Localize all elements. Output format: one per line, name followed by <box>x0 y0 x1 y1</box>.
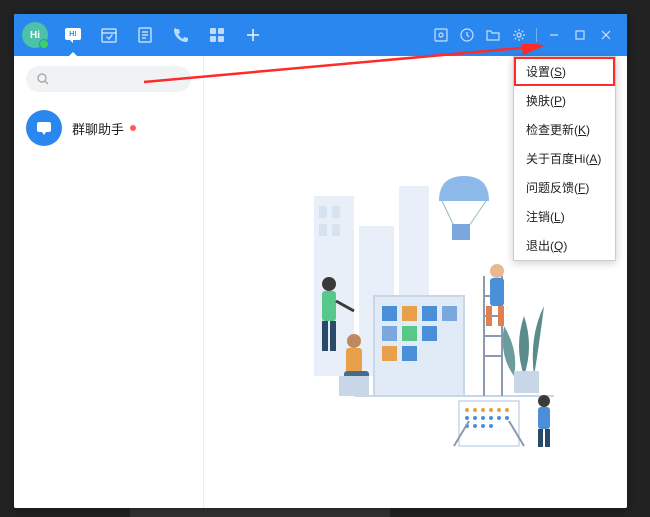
settings-button[interactable] <box>506 14 532 56</box>
avatar[interactable]: Hi <box>22 22 48 48</box>
tab-calendar[interactable] <box>92 14 126 56</box>
menu-item-2[interactable]: 检查更新(K) <box>514 115 615 144</box>
tab-apps[interactable] <box>200 14 234 56</box>
history-icon <box>460 28 474 42</box>
chat-icon: H! <box>63 25 83 45</box>
minimize-icon <box>548 29 560 41</box>
search-icon <box>36 72 50 86</box>
close-button[interactable] <box>593 14 619 56</box>
search-wrap <box>14 56 203 100</box>
screenshot-button[interactable] <box>428 14 454 56</box>
unread-dot <box>130 125 136 131</box>
settings-menu: 设置(S)换肤(P)检查更新(K)关于百度Hi(A)问题反馈(F)注销(L)退出… <box>513 56 616 261</box>
menu-item-6[interactable]: 退出(Q) <box>514 231 615 260</box>
tab-add[interactable] <box>236 14 270 56</box>
calendar-icon <box>100 26 118 44</box>
svg-text:H!: H! <box>69 31 76 38</box>
contacts-icon <box>136 26 154 44</box>
conv-avatar <box>26 110 62 146</box>
close-icon <box>600 29 612 41</box>
nav-tabs: H! <box>56 14 270 56</box>
menu-item-1[interactable]: 换肤(P) <box>514 86 615 115</box>
phone-icon <box>172 26 190 44</box>
conversation-item[interactable]: 群聊助手 <box>14 100 203 156</box>
menu-item-0[interactable]: 设置(S) <box>514 57 615 86</box>
app-window: Hi H! <box>14 14 627 508</box>
history-button[interactable] <box>454 14 480 56</box>
menu-item-3[interactable]: 关于百度Hi(A) <box>514 144 615 173</box>
menu-item-5[interactable]: 注销(L) <box>514 202 615 231</box>
tab-chat[interactable]: H! <box>56 14 90 56</box>
tab-contacts[interactable] <box>128 14 162 56</box>
apps-icon <box>209 27 225 43</box>
avatar-text: Hi <box>30 30 40 41</box>
sidebar: 群聊助手 <box>14 56 204 508</box>
maximize-icon <box>574 29 586 41</box>
gear-icon <box>512 28 526 42</box>
add-icon <box>245 27 261 43</box>
divider <box>536 28 537 42</box>
folder-icon <box>486 28 500 42</box>
menu-item-4[interactable]: 问题反馈(F) <box>514 173 615 202</box>
tab-phone[interactable] <box>164 14 198 56</box>
conv-name: 群聊助手 <box>72 119 136 138</box>
titlebar: Hi H! <box>14 14 627 56</box>
conv-name-text: 群聊助手 <box>72 119 124 138</box>
minimize-button[interactable] <box>541 14 567 56</box>
group-chat-icon <box>34 118 54 138</box>
folder-button[interactable] <box>480 14 506 56</box>
screenshot-icon <box>434 28 448 42</box>
search-input[interactable] <box>26 66 191 92</box>
maximize-button[interactable] <box>567 14 593 56</box>
titlebar-right <box>428 14 619 56</box>
